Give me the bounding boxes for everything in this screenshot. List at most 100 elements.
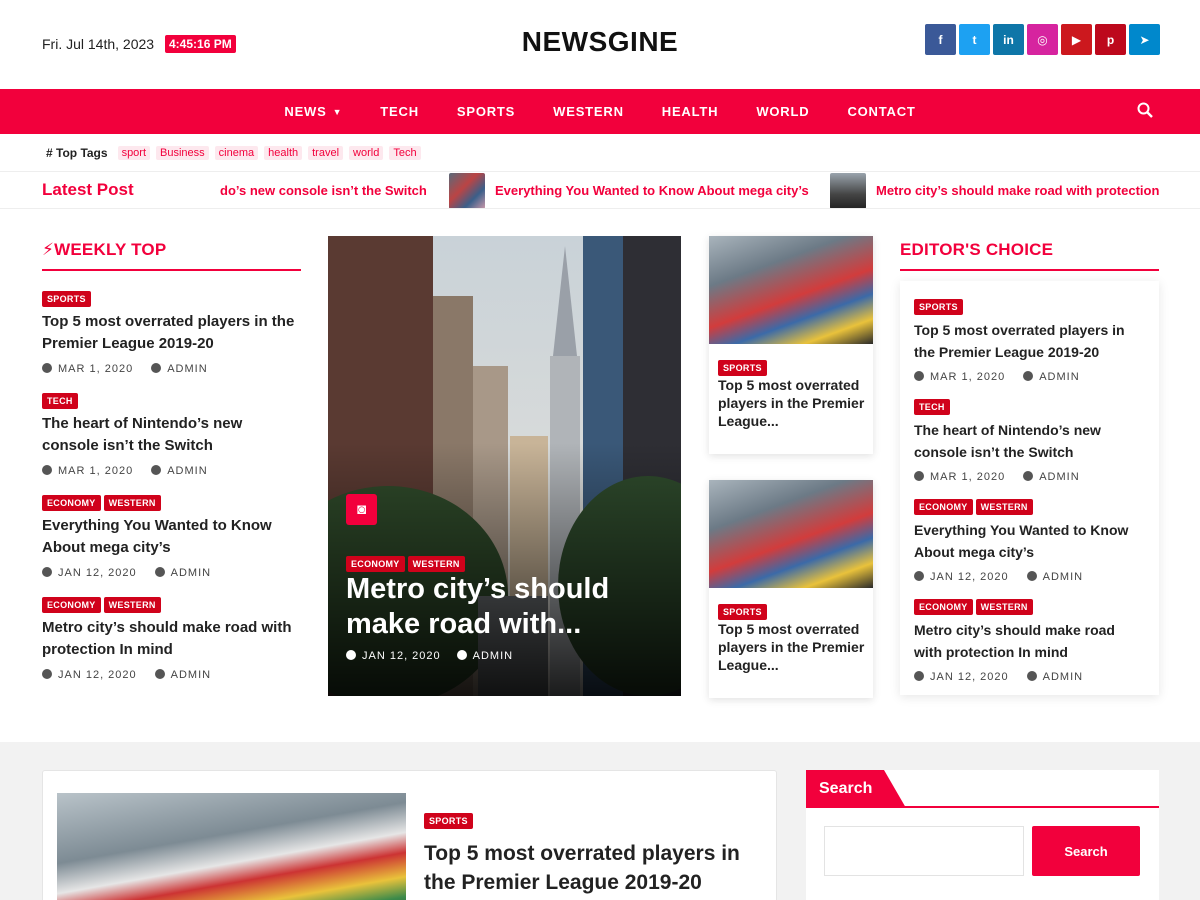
post-title[interactable]: Metro city’s should make road with prote… bbox=[42, 617, 301, 661]
feature-post-card[interactable]: SPORTS Top 5 most overrated players in t… bbox=[42, 770, 777, 900]
category-badge[interactable]: ECONOMY bbox=[42, 597, 101, 613]
category-badge[interactable]: ECONOMY bbox=[914, 599, 973, 615]
small-post-card[interactable]: SPORTS Top 5 most overrated players in t… bbox=[709, 236, 873, 454]
camera-icon[interactable]: ◙ bbox=[346, 494, 377, 525]
category-badge[interactable]: SPORTS bbox=[914, 299, 963, 315]
post-badges: SPORTS bbox=[914, 297, 1145, 315]
category-badge[interactable]: ECONOMY bbox=[346, 556, 405, 572]
latest-post-label: Latest Post bbox=[42, 180, 134, 199]
youtube-icon[interactable]: ▶ bbox=[1061, 24, 1092, 55]
hero-author[interactable]: ADMIN bbox=[456, 650, 513, 662]
category-badge[interactable]: SPORTS bbox=[424, 813, 473, 829]
post-title[interactable]: The heart of Nintendo’s new console isn’… bbox=[42, 413, 301, 457]
tag-link[interactable]: health bbox=[264, 145, 303, 160]
post-date: JAN 12, 2020 bbox=[42, 567, 137, 579]
post-author[interactable]: ADMIN bbox=[1023, 371, 1079, 383]
category-badge[interactable]: WESTERN bbox=[975, 599, 1033, 615]
list-item[interactable]: TECH The heart of Nintendo’s new console … bbox=[42, 391, 301, 477]
tag-link[interactable]: Tech bbox=[389, 145, 421, 160]
search-icon[interactable] bbox=[1137, 102, 1153, 123]
search-button[interactable]: Search bbox=[1032, 826, 1140, 876]
user-icon bbox=[154, 567, 165, 577]
feature-thumbnail[interactable] bbox=[57, 793, 406, 900]
ticker-item[interactable]: do’s new console isn’t the Switch bbox=[220, 172, 427, 208]
post-title[interactable]: Top 5 most overrated players in the Prem… bbox=[718, 376, 868, 430]
category-badge[interactable]: TECH bbox=[42, 393, 78, 409]
post-author[interactable]: ADMIN bbox=[154, 669, 211, 681]
small-post-card[interactable]: SPORTS Top 5 most overrated players in t… bbox=[709, 480, 873, 698]
tag-link[interactable]: Business bbox=[156, 145, 209, 160]
twitter-icon[interactable]: t bbox=[959, 24, 990, 55]
post-title[interactable]: Everything You Wanted to Know About mega… bbox=[914, 519, 1145, 563]
hero-post[interactable]: ◙ ECONOMY WESTERN Metro city’s should mak… bbox=[328, 236, 681, 696]
tag-link[interactable]: sport bbox=[117, 145, 151, 160]
clock-icon bbox=[42, 669, 52, 679]
category-badge[interactable]: WESTERN bbox=[103, 597, 161, 613]
search-input[interactable] bbox=[824, 826, 1024, 876]
instagram-icon[interactable]: ◎ bbox=[1027, 24, 1058, 55]
feature-title[interactable]: Top 5 most overrated players in the Prem… bbox=[424, 839, 764, 897]
post-meta: JAN 12, 2020 ADMIN bbox=[42, 669, 301, 681]
category-badge[interactable]: ECONOMY bbox=[914, 499, 973, 515]
post-title[interactable]: Everything You Wanted to Know About mega… bbox=[42, 515, 301, 559]
nav-item-western[interactable]: WESTERN bbox=[534, 104, 643, 119]
ticker-item[interactable]: Everything You Wanted to Know About mega… bbox=[449, 172, 809, 208]
post-title[interactable]: Metro city’s should make road with prote… bbox=[914, 619, 1145, 663]
ticker-thumbnail[interactable] bbox=[830, 172, 866, 208]
ticker-item-title[interactable]: Everything You Wanted to Know About mega… bbox=[495, 183, 809, 198]
nav-item-news[interactable]: NEWS ▼ bbox=[265, 104, 361, 119]
post-author[interactable]: ADMIN bbox=[151, 363, 207, 375]
post-title[interactable]: The heart of Nintendo’s new console isn’… bbox=[914, 419, 1145, 463]
post-meta: JAN 12, 2020 ADMIN bbox=[914, 671, 1145, 683]
post-author[interactable]: ADMIN bbox=[1023, 471, 1079, 483]
ticker-item-title[interactable]: Metro city’s should make road with prote… bbox=[876, 183, 1159, 198]
post-thumbnail[interactable] bbox=[709, 480, 873, 588]
user-icon bbox=[151, 363, 162, 373]
linkedin-icon[interactable]: in bbox=[993, 24, 1024, 55]
ticker-thumbnail[interactable] bbox=[449, 172, 485, 208]
nav-item-contact[interactable]: CONTACT bbox=[828, 104, 934, 119]
facebook-icon[interactable]: f bbox=[925, 24, 956, 55]
category-badge[interactable]: WESTERN bbox=[103, 495, 161, 511]
weekly-top-heading: WEEKLY TOP bbox=[54, 240, 167, 259]
site-header: Fri. Jul 14th, 2023 4:45:16 PM NEWSGINE … bbox=[0, 0, 1200, 89]
category-badge[interactable]: SPORTS bbox=[718, 604, 767, 620]
list-item[interactable]: ECONOMY WESTERN Metro city’s should make r… bbox=[42, 595, 301, 681]
hero-title[interactable]: Metro city’s should make road with... bbox=[346, 572, 666, 642]
feature-badges: SPORTS bbox=[424, 811, 476, 829]
tag-link[interactable]: world bbox=[349, 145, 384, 160]
list-item[interactable]: TECH The heart of Nintendo’s new console … bbox=[914, 397, 1145, 483]
category-badge[interactable]: WESTERN bbox=[407, 556, 465, 572]
category-badge[interactable]: SPORTS bbox=[42, 291, 91, 307]
post-date: JAN 12, 2020 bbox=[42, 669, 137, 681]
nav-item-tech[interactable]: TECH bbox=[361, 104, 438, 119]
pinterest-icon[interactable]: p bbox=[1095, 24, 1126, 55]
post-title[interactable]: Top 5 most overrated players in the Prem… bbox=[914, 319, 1145, 363]
nav-item-world[interactable]: WORLD bbox=[737, 104, 828, 119]
list-item[interactable]: ECONOMY WESTERN Everything You Wanted to K… bbox=[914, 497, 1145, 583]
category-badge[interactable]: SPORTS bbox=[718, 360, 767, 376]
list-item[interactable]: SPORTS Top 5 most overrated players in th… bbox=[42, 289, 301, 375]
post-thumbnail[interactable] bbox=[709, 236, 873, 344]
category-badge[interactable]: WESTERN bbox=[975, 499, 1033, 515]
hero-badges: ECONOMY WESTERN bbox=[346, 554, 468, 572]
post-meta: JAN 12, 2020 ADMIN bbox=[42, 567, 301, 579]
ticker-item-title[interactable]: do’s new console isn’t the Switch bbox=[220, 183, 427, 198]
post-author[interactable]: ADMIN bbox=[1026, 571, 1083, 583]
post-title[interactable]: Top 5 most overrated players in the Prem… bbox=[42, 311, 301, 355]
post-author[interactable]: ADMIN bbox=[154, 567, 211, 579]
list-item[interactable]: ECONOMY WESTERN Everything You Wanted to K… bbox=[42, 493, 301, 579]
category-badge[interactable]: TECH bbox=[914, 399, 950, 415]
list-item[interactable]: ECONOMY WESTERN Metro city’s should make r… bbox=[914, 597, 1145, 683]
nav-item-health[interactable]: HEALTH bbox=[643, 104, 738, 119]
list-item[interactable]: SPORTS Top 5 most overrated players in th… bbox=[914, 297, 1145, 383]
nav-item-sports[interactable]: SPORTS bbox=[438, 104, 534, 119]
post-title[interactable]: Top 5 most overrated players in the Prem… bbox=[718, 620, 868, 674]
post-author[interactable]: ADMIN bbox=[1026, 671, 1083, 683]
ticker-item[interactable]: Metro city’s should make road with prote… bbox=[830, 172, 1159, 208]
tag-link[interactable]: travel bbox=[308, 145, 344, 160]
telegram-icon[interactable]: ➤ bbox=[1129, 24, 1160, 55]
category-badge[interactable]: ECONOMY bbox=[42, 495, 101, 511]
post-author[interactable]: ADMIN bbox=[151, 465, 207, 477]
tag-link[interactable]: cinema bbox=[214, 145, 259, 160]
